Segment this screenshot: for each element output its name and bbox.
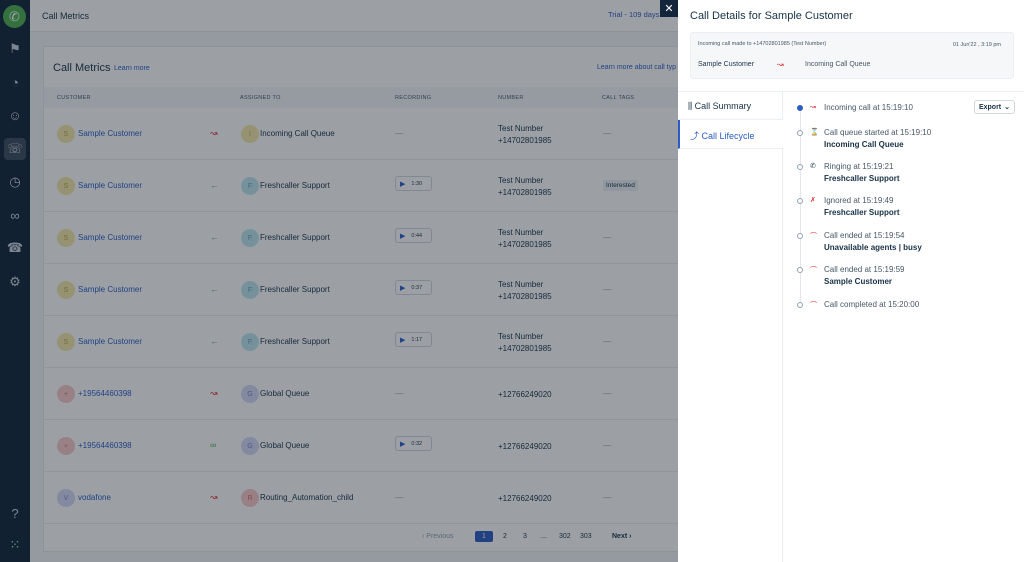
- hangup-icon: ⌒: [810, 302, 817, 309]
- hangup-icon: ⌒: [810, 233, 817, 240]
- call-info-box: Incoming call made to +14702801985 (Test…: [690, 32, 1014, 79]
- queue-icon: ⌛: [810, 129, 819, 136]
- event-text: Call completed at 15:20:00: [824, 300, 920, 309]
- missed-call-icon: ↝: [810, 104, 816, 111]
- timeline-dot: [797, 233, 803, 239]
- timeline-dot: [797, 302, 803, 308]
- lifecycle-icon: ⤴: [690, 131, 702, 141]
- hangup-icon: ⌒: [810, 267, 817, 274]
- export-label: Export: [978, 103, 1002, 111]
- event-detail: Freshcaller Support: [824, 174, 900, 183]
- event-detail: Incoming Call Queue: [824, 140, 904, 149]
- event-text: Call ended at 15:19:54: [824, 231, 905, 240]
- chevron-down-icon: ⌄: [1004, 104, 1011, 111]
- detail-tabs: ⫼ Call Summary ⤴ Call Lifecycle: [678, 92, 783, 562]
- missed-call-icon: ↝: [777, 60, 784, 69]
- call-to: Incoming Call Queue: [805, 61, 871, 68]
- timeline-dot: [797, 164, 803, 170]
- timeline-dot: [797, 198, 803, 204]
- event-text: Ignored at 15:19:49: [824, 196, 894, 205]
- event-text: Call ended at 15:19:59: [824, 265, 905, 274]
- modal-backdrop[interactable]: [0, 0, 678, 562]
- event-text: Ringing at 15:19:21: [824, 162, 894, 171]
- bar-chart-icon: ⫼: [688, 101, 695, 111]
- tab-label: Call Summary: [694, 101, 752, 111]
- event-text: Incoming call at 15:19:10: [824, 103, 913, 112]
- timeline-line: [800, 108, 801, 308]
- event-detail: Sample Customer: [824, 277, 893, 286]
- tab-call-summary[interactable]: ⫼ Call Summary: [678, 92, 783, 120]
- panel-title: Call Details for Sample Customer: [690, 10, 853, 22]
- close-icon[interactable]: ✕: [660, 0, 678, 17]
- call-details-panel: Call Details for Sample Customer Incomin…: [678, 0, 1024, 562]
- tab-label: Call Lifecycle: [701, 131, 755, 141]
- tab-call-lifecycle[interactable]: ⤴ Call Lifecycle: [678, 120, 783, 149]
- event-detail: Freshcaller Support: [824, 208, 900, 217]
- ignored-icon: ✗: [810, 197, 816, 204]
- phone-icon: ✆: [810, 163, 816, 170]
- event-text: Call queue started at 15:19:10: [824, 128, 932, 137]
- event-detail: Unavailable agents | busy: [824, 243, 922, 252]
- call-from: Sample Customer: [698, 61, 755, 68]
- timeline-dot: [797, 267, 803, 273]
- timeline-dot: [797, 105, 803, 111]
- export-button[interactable]: Export ⌄: [974, 100, 1015, 114]
- call-info-line: Incoming call made to +14702801985 (Test…: [698, 41, 827, 47]
- call-date: 01 Jun'22 , 3:19 pm: [952, 42, 1001, 48]
- call-lifecycle-timeline: Export ⌄ ↝ Incoming call at 15:19:10 ⌛ Ca…: [783, 92, 1024, 562]
- timeline-dot: [797, 130, 803, 136]
